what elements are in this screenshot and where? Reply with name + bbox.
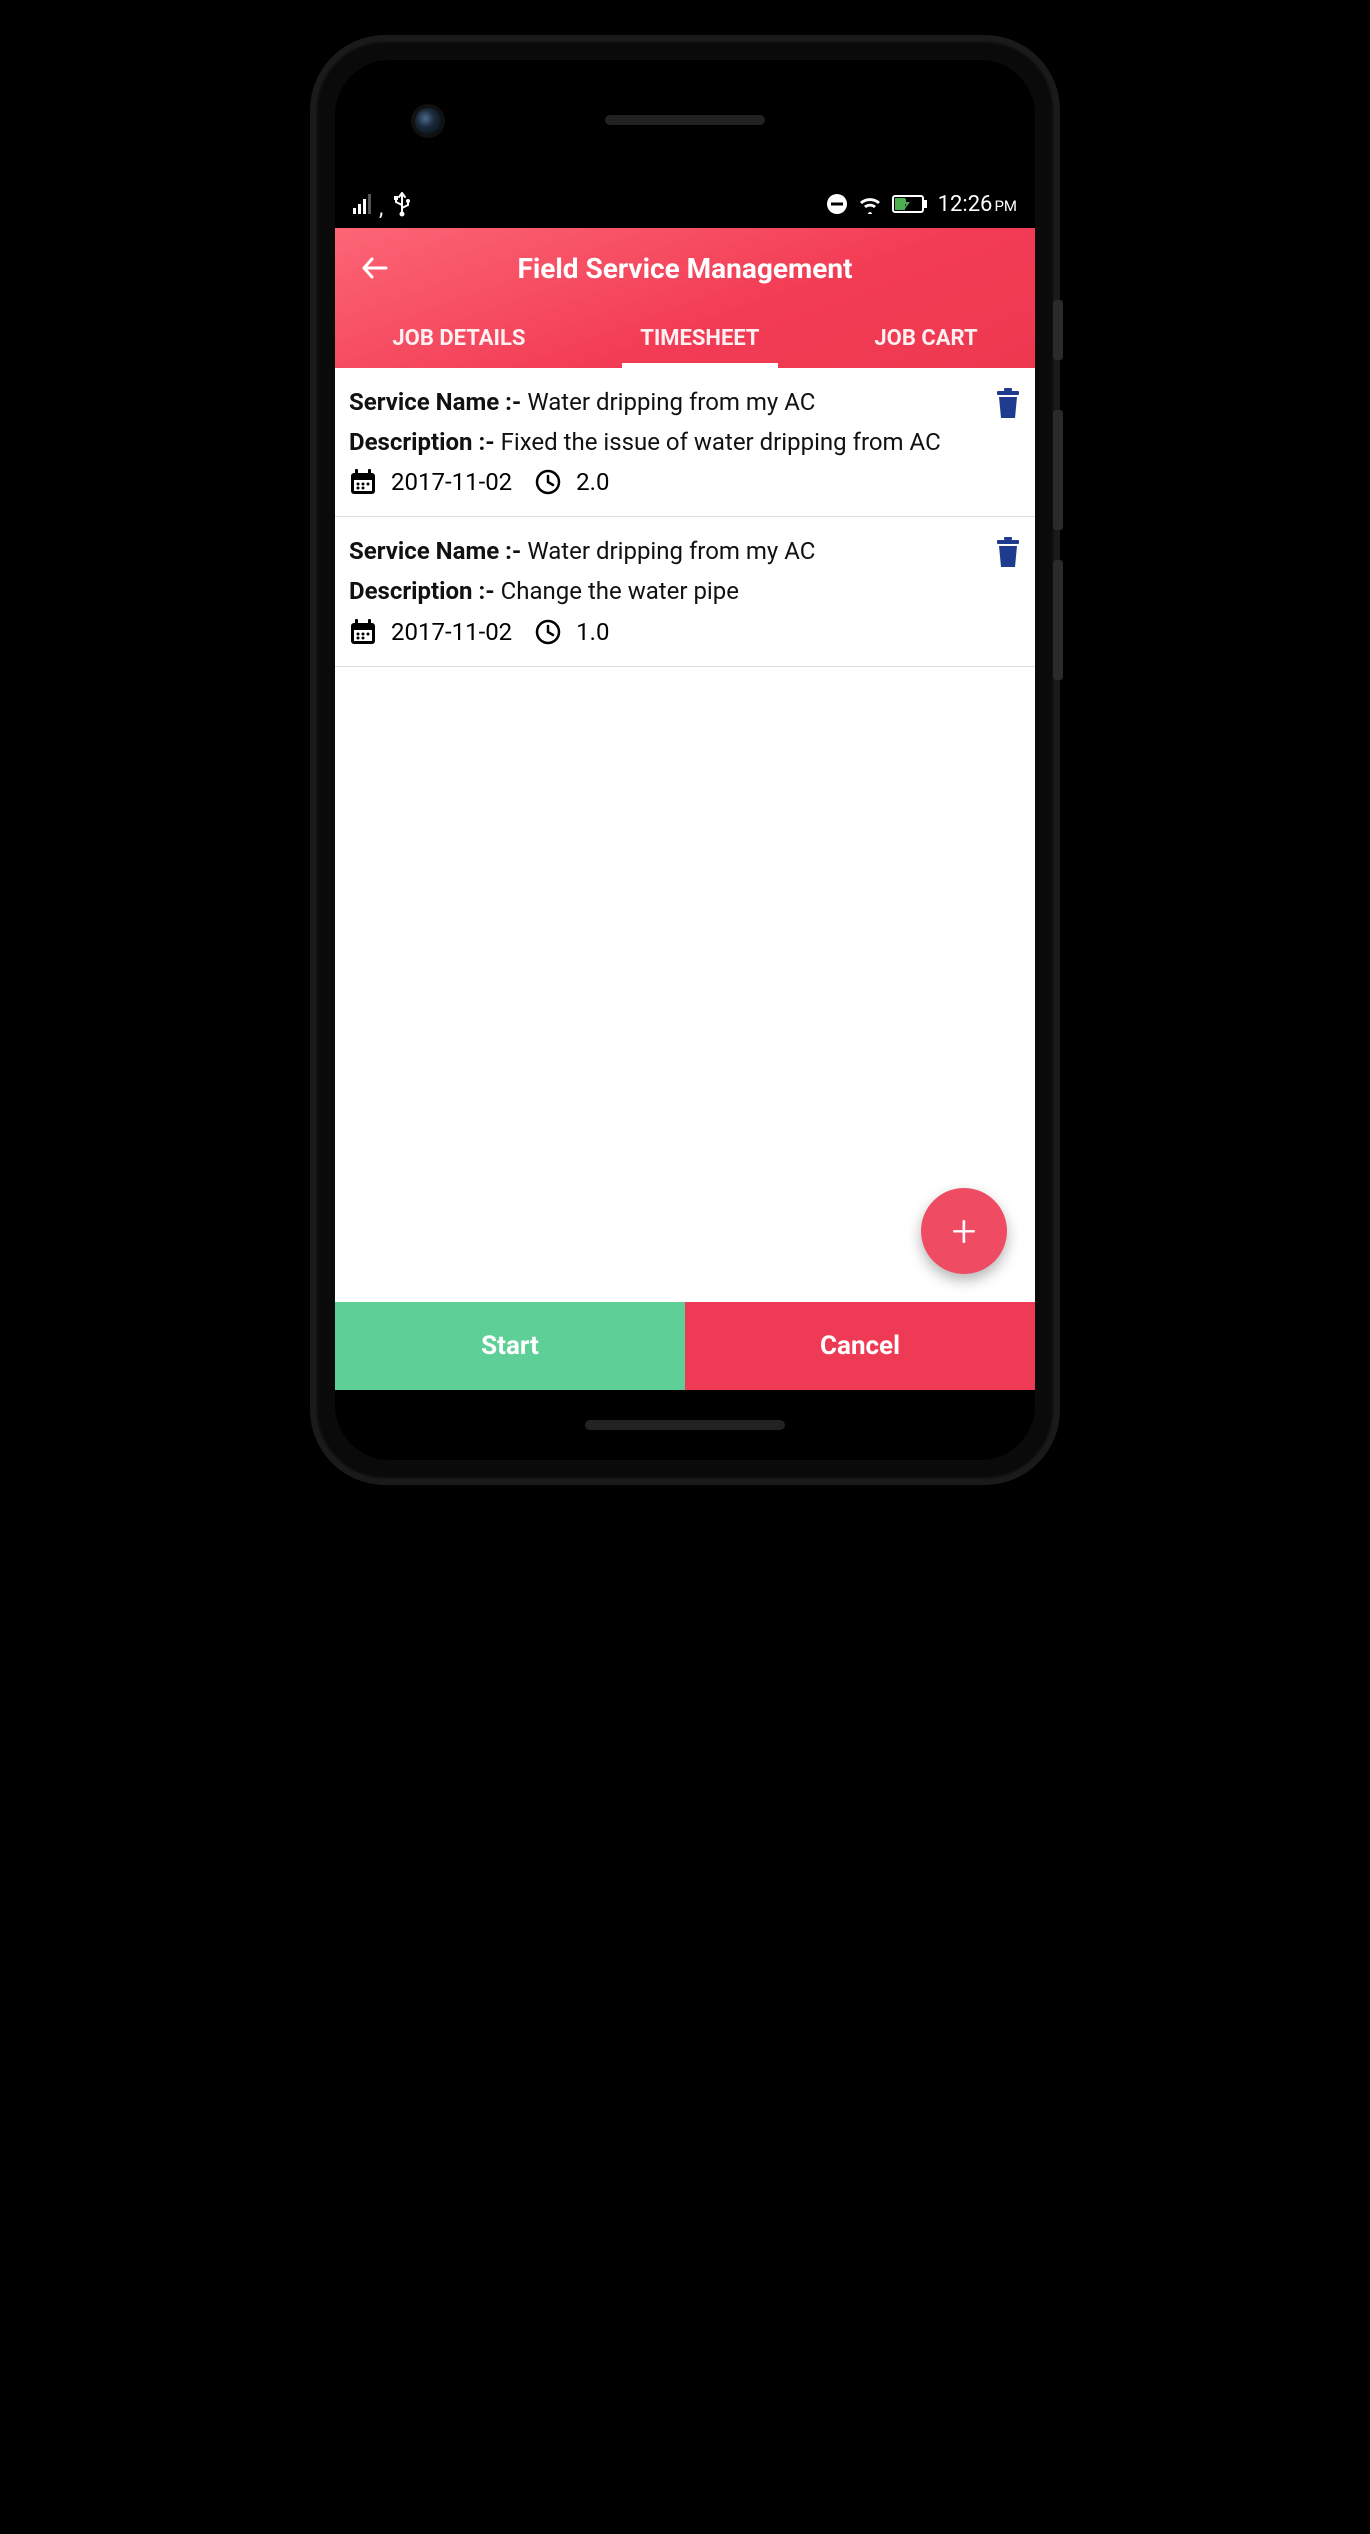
wifi-icon xyxy=(858,194,882,214)
service-name-label: Service Name :- xyxy=(349,537,521,565)
status-clock: 12:26PM xyxy=(938,192,1017,217)
calendar-icon xyxy=(349,618,377,646)
battery-charging-icon xyxy=(892,195,928,213)
cancel-button[interactable]: Cancel xyxy=(685,1302,1035,1390)
entry-date: 2017-11-02 xyxy=(391,618,512,646)
tabs: JOB DETAILS TIMESHEET JOB CART xyxy=(335,308,1035,368)
phone-mic xyxy=(585,1420,785,1430)
entry-hours: 1.0 xyxy=(576,618,609,646)
description-value: Change the water pipe xyxy=(501,577,739,605)
trash-icon xyxy=(995,537,1021,567)
service-name-label: Service Name :- xyxy=(349,388,521,416)
status-comma: , xyxy=(379,196,383,221)
phone-side-button xyxy=(1053,410,1063,530)
timesheet-list: Service Name :- Water dripping from my A… xyxy=(335,368,1035,1302)
description-label: Description :- xyxy=(349,428,495,456)
phone-side-button xyxy=(1053,560,1063,680)
tab-job-cart[interactable]: JOB CART xyxy=(856,308,995,368)
phone-side-button xyxy=(1053,300,1063,360)
clock-icon xyxy=(534,618,562,646)
start-button[interactable]: Start xyxy=(335,1302,685,1390)
plus-icon: + xyxy=(952,1205,977,1257)
calendar-icon xyxy=(349,468,377,496)
tab-job-details[interactable]: JOB DETAILS xyxy=(374,308,543,368)
signal-icon xyxy=(353,194,375,214)
description-value: Fixed the issue of water dripping from A… xyxy=(501,428,941,456)
phone-bezel-bottom xyxy=(335,1390,1035,1460)
page-title: Field Service Management xyxy=(395,252,975,285)
trash-icon xyxy=(995,388,1021,418)
screen: , xyxy=(335,180,1035,1390)
description-label: Description :- xyxy=(349,577,495,605)
phone-camera xyxy=(415,108,441,134)
phone-frame: , xyxy=(315,40,1055,1480)
bottom-bar: Start Cancel xyxy=(335,1302,1035,1390)
service-name-value: Water dripping from my AC xyxy=(527,388,815,416)
add-button[interactable]: + xyxy=(921,1188,1007,1274)
entry-hours: 2.0 xyxy=(576,468,609,496)
app-header: Field Service Management JOB DETAILS TIM… xyxy=(335,228,1035,368)
timesheet-entry: Service Name :- Water dripping from my A… xyxy=(335,517,1035,666)
delete-button[interactable] xyxy=(995,537,1021,571)
usb-icon xyxy=(393,191,411,217)
service-name-value: Water dripping from my AC xyxy=(527,537,815,565)
status-bar: , xyxy=(335,180,1035,228)
timesheet-entry: Service Name :- Water dripping from my A… xyxy=(335,368,1035,517)
tab-timesheet[interactable]: TIMESHEET xyxy=(622,308,777,368)
phone-speaker xyxy=(605,115,765,125)
delete-button[interactable] xyxy=(995,388,1021,422)
do-not-disturb-icon xyxy=(826,193,848,215)
clock-icon xyxy=(534,468,562,496)
back-button[interactable] xyxy=(355,248,395,288)
phone-bezel-top xyxy=(335,60,1035,180)
entry-date: 2017-11-02 xyxy=(391,468,512,496)
